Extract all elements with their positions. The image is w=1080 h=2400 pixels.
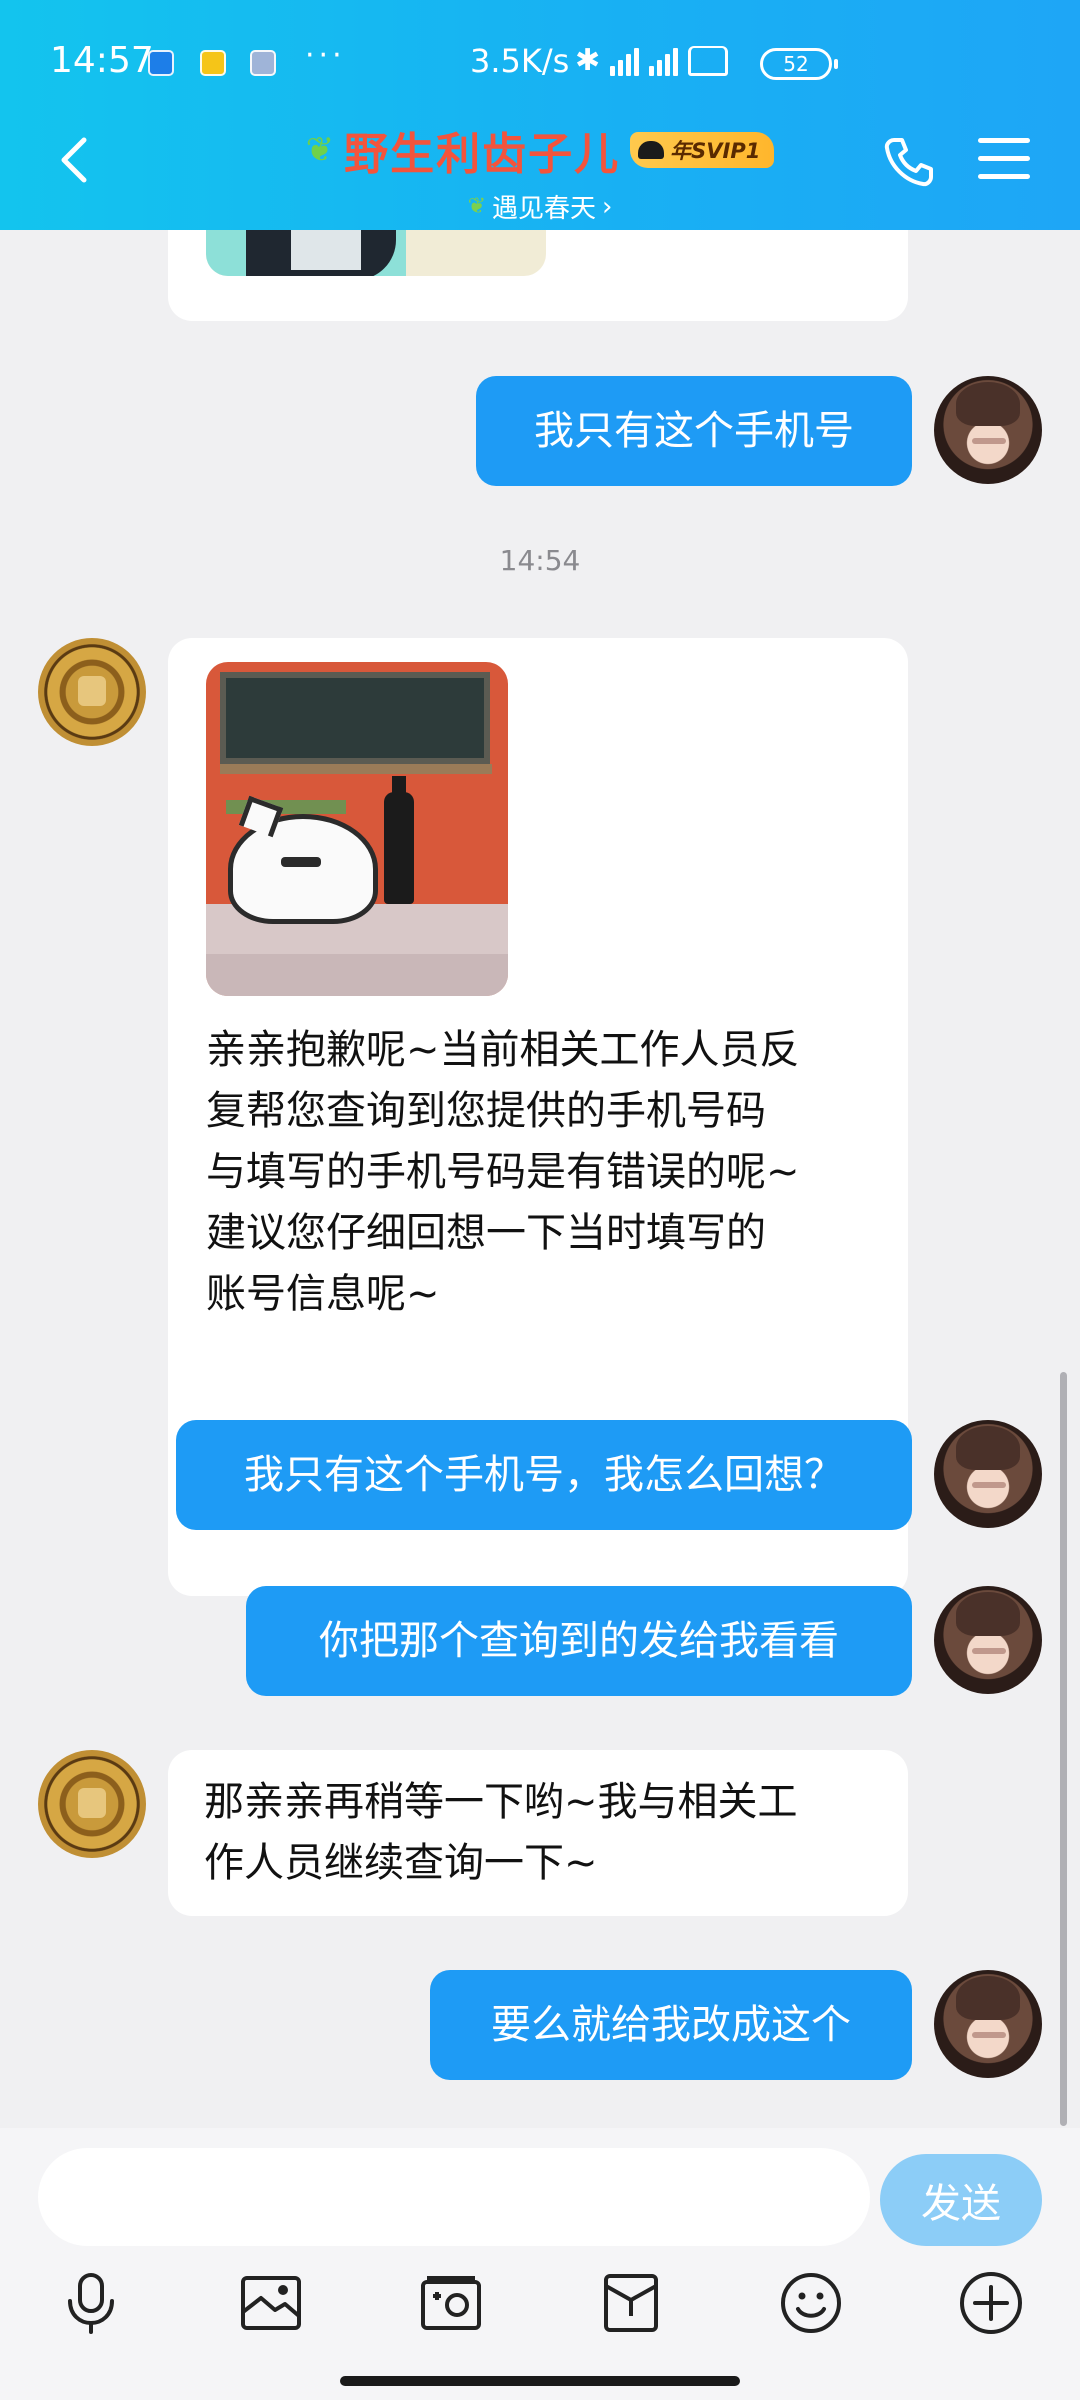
message-line: 作人员继续查询一下~ (204, 1840, 598, 1886)
sprout-icon: ❦ (467, 194, 486, 219)
message-line: 账号信息呢~ (206, 1271, 440, 1317)
network-speed: 3.5K/s (470, 42, 570, 80)
message-text: 要么就给我改成这个 (491, 2001, 851, 2048)
call-button[interactable] (880, 134, 936, 190)
my-avatar[interactable] (934, 376, 1042, 484)
signal-icon (610, 46, 640, 76)
emoji-button[interactable] (776, 2268, 846, 2338)
send-button[interactable]: 发送 (880, 2154, 1042, 2246)
chevron-right-icon: › (602, 191, 613, 222)
more-button[interactable] (956, 2268, 1026, 2338)
my-avatar[interactable] (934, 1586, 1042, 1694)
message-list[interactable]: 我只有这个手机号 14:54 亲亲抱歉呢~当前相关工作人员反 复帮您查询到您提供… (0, 230, 1080, 2128)
contact-avatar[interactable] (38, 1750, 146, 1858)
red-packet-icon (604, 2274, 658, 2332)
phone-icon (884, 138, 933, 187)
notification-app-icon (200, 50, 226, 76)
my-avatar[interactable] (934, 1970, 1042, 2078)
home-indicator[interactable] (340, 2376, 740, 2386)
menu-button[interactable] (978, 138, 1030, 182)
message-timestamp: 14:54 (499, 544, 581, 577)
message-line: 亲亲抱歉呢~当前相关工作人员反 (206, 1027, 800, 1073)
plus-icon (960, 2272, 1022, 2334)
contact-avatar[interactable] (38, 638, 146, 746)
signal-icon (649, 46, 679, 76)
message-incoming[interactable]: 那亲亲再稍等一下哟~我与相关工 作人员继续查询一下~ (168, 1750, 908, 1916)
image-icon (241, 2276, 301, 2330)
message-line: 那亲亲再稍等一下哟~我与相关工 (204, 1779, 798, 1825)
status-time: 14:57 (50, 40, 154, 81)
camera-button[interactable] (416, 2268, 486, 2338)
vip-badge-label: 年SVIP1 (670, 139, 761, 163)
voice-button[interactable] (56, 2268, 126, 2338)
menu-line (978, 156, 1030, 161)
sprout-icon: ❦ (305, 130, 335, 170)
chat-scrollbar[interactable] (1060, 1372, 1067, 2126)
camera-icon (421, 2276, 481, 2330)
menu-line (978, 174, 1030, 179)
status-icons: ✱ (575, 43, 729, 78)
message-incoming[interactable] (168, 230, 908, 321)
message-outgoing[interactable]: 我只有这个手机号 (476, 376, 912, 486)
message-outgoing[interactable]: 你把那个查询到的发给我看看 (246, 1586, 912, 1696)
more-notifications-icon: ··· (305, 38, 346, 73)
message-line: 与填写的手机号码是有错误的呢~ (206, 1149, 800, 1195)
message-text: 我只有这个手机号 (534, 407, 854, 454)
menu-line (978, 138, 1030, 143)
status-bar: 14:57 ··· 3.5K/s ✱ 52 (0, 0, 1080, 130)
bluetooth-icon: ✱ (575, 43, 601, 78)
my-avatar[interactable] (934, 1420, 1042, 1528)
cartoon-sticker-image[interactable] (206, 230, 546, 276)
message-text: 你把那个查询到的发给我看看 (319, 1617, 839, 1664)
gallery-button[interactable] (236, 2268, 306, 2338)
vip-badge: 年SVIP1 (630, 132, 775, 168)
input-panel: 发送 (0, 2128, 1080, 2400)
helmet-icon (638, 141, 665, 159)
message-outgoing[interactable]: 我只有这个手机号，我怎么回想？ (176, 1420, 912, 1530)
message-text: 亲亲抱歉呢~当前相关工作人员反 复帮您查询到您提供的手机号码 与填写的手机号码是… (206, 1020, 886, 1325)
cat-sticker-image[interactable] (206, 662, 508, 996)
notification-app-icon (250, 50, 276, 76)
contact-name: 野生利齿子儿 (344, 129, 621, 180)
message-input[interactable] (38, 2148, 870, 2246)
notification-app-icon (148, 50, 174, 76)
battery-icon: 52 (760, 48, 838, 80)
emoji-icon (781, 2273, 841, 2333)
red-packet-button[interactable] (596, 2268, 666, 2338)
message-text: 我只有这个手机号，我怎么回想？ (244, 1451, 844, 1498)
chat-header: 14:57 ··· 3.5K/s ✱ 52 ❦ 野生利齿子儿 年SVIP1 ❦ … (0, 0, 1080, 230)
message-line: 复帮您查询到您提供的手机号码 (206, 1088, 766, 1134)
contact-status-label: 遇见春天 (492, 194, 597, 224)
contact-status[interactable]: ❦ 遇见春天 › (468, 188, 613, 225)
message-line: 建议您仔细回想一下当时填写的 (206, 1210, 766, 1256)
message-outgoing[interactable]: 要么就给我改成这个 (430, 1970, 912, 2080)
mic-icon (68, 2273, 114, 2334)
hotspot-icon (688, 46, 729, 76)
